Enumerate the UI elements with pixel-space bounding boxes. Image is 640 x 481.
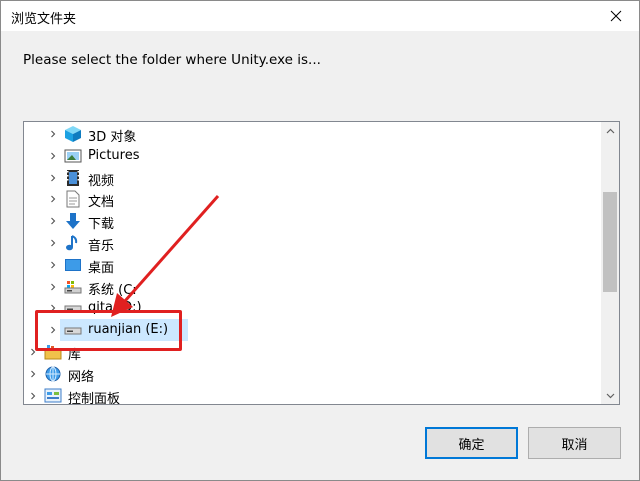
tree-item-label: 视频	[88, 173, 115, 189]
tree-scrollbar[interactable]	[601, 122, 619, 404]
folder-tree-viewport: 3D 对象 Pictures 视频 文档 下载 音乐 桌面 系统 (C: qita (D:) ru…	[24, 122, 601, 404]
tree-item-label: 3D 对象	[88, 130, 137, 145]
videos-icon	[64, 169, 82, 187]
music-icon	[64, 234, 82, 252]
tree-item-label: 音乐	[88, 239, 115, 254]
tree-item[interactable]: 3D 对象	[24, 123, 601, 145]
chevron-right-icon[interactable]	[48, 260, 58, 270]
tree-item[interactable]: 系统 (C:	[24, 276, 601, 298]
cancel-button[interactable]: 取消	[528, 427, 621, 459]
tree-item[interactable]: 音乐	[24, 232, 601, 254]
chevron-right-icon[interactable]	[48, 238, 58, 248]
chevron-right-icon[interactable]	[48, 129, 58, 139]
ok-button[interactable]: 确定	[425, 427, 518, 459]
tree-item[interactable]: 下载	[24, 210, 601, 232]
folder-tree[interactable]: 3D 对象 Pictures 视频 文档 下载 音乐 桌面 系统 (C: qita (D:) ru…	[23, 121, 620, 405]
chevron-right-icon[interactable]	[48, 173, 58, 183]
tree-item[interactable]: 文档	[24, 188, 601, 210]
chevron-right-icon[interactable]	[28, 369, 38, 379]
network-icon	[44, 365, 62, 383]
browse-folder-dialog: 浏览文件夹 Please select the folder where Uni…	[0, 0, 640, 481]
tree-item[interactable]: 控制面板	[24, 385, 601, 405]
tree-item[interactable]: 网络	[24, 363, 601, 385]
chevron-right-icon[interactable]	[48, 194, 58, 204]
desktop-icon	[64, 256, 82, 274]
scroll-down-button[interactable]	[601, 386, 619, 404]
title-bar: 浏览文件夹	[1, 1, 639, 31]
chevron-right-icon[interactable]	[48, 282, 58, 292]
tree-item[interactable]: 桌面	[24, 254, 601, 276]
chevron-right-icon[interactable]	[48, 151, 58, 161]
tree-item-label: 文档	[88, 195, 115, 211]
close-button[interactable]	[593, 1, 639, 31]
control-panel-icon	[44, 387, 62, 404]
tree-item-label: Pictures	[88, 147, 140, 163]
documents-icon	[64, 190, 82, 208]
chevron-right-icon[interactable]	[48, 216, 58, 226]
downloads-icon	[64, 212, 82, 230]
tree-item-label: 下载	[88, 217, 115, 233]
pictures-icon	[64, 147, 82, 165]
annotation-highlight-box	[35, 310, 182, 351]
window-title: 浏览文件夹	[11, 12, 77, 27]
tree-item-label: 控制面板	[68, 391, 121, 405]
tree-item-label: 系统 (C:	[88, 282, 137, 298]
close-icon	[610, 10, 622, 22]
tree-item-label: 桌面	[88, 260, 115, 276]
tree-item-label: 网络	[68, 369, 95, 385]
tree-item[interactable]: 视频	[24, 167, 601, 189]
scroll-up-button[interactable]	[601, 122, 619, 140]
system-drive-icon	[64, 278, 82, 296]
chevron-up-icon	[606, 128, 614, 133]
tree-item[interactable]: Pictures	[24, 145, 601, 167]
chevron-down-icon	[606, 393, 614, 398]
3d-objects-icon	[64, 125, 82, 143]
dialog-prompt: Please select the folder where Unity.exe…	[23, 52, 321, 68]
scroll-thumb[interactable]	[603, 192, 617, 292]
chevron-right-icon[interactable]	[28, 391, 38, 401]
